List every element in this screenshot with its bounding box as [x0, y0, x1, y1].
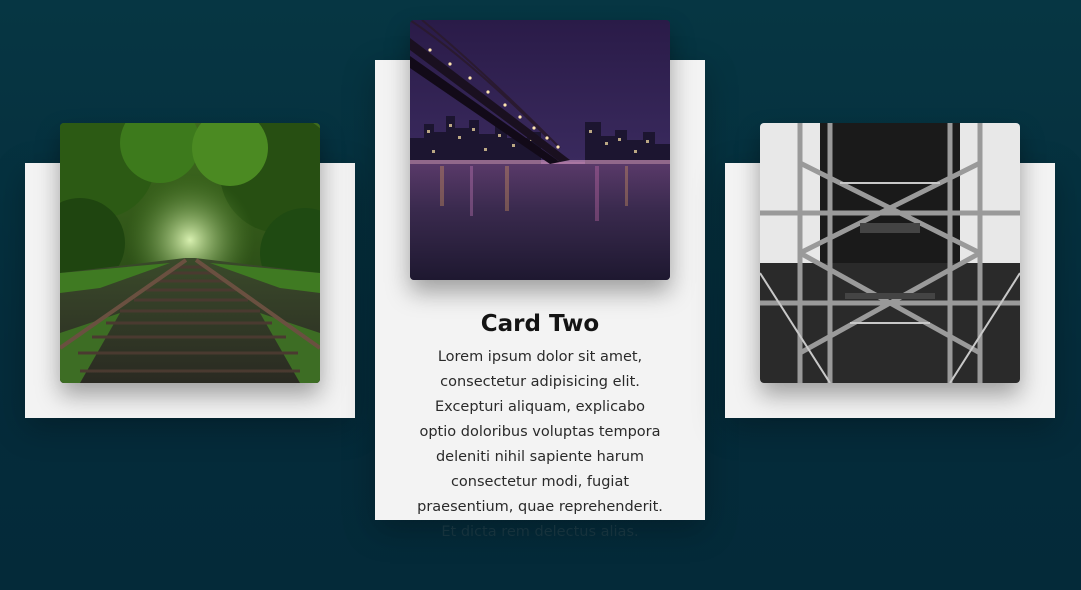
- description-line: deleniti nihil sapiente harum: [435, 449, 645, 465]
- bridge-city-photo: [410, 20, 670, 280]
- card-two-description: Lorem ipsum dolor sit amet, consectetur …: [400, 345, 680, 545]
- description-line-overflow: Et dicta rem delectus alias.: [441, 524, 639, 540]
- description-line: consectetur modi, fugiat: [450, 474, 630, 490]
- steel-tower-image: [760, 123, 1020, 383]
- steel-tower-photo: [760, 123, 1020, 383]
- railway-tracks-photo: [60, 123, 320, 383]
- bridge-city-image: [410, 20, 670, 280]
- card-two-title: Card Two: [480, 311, 600, 337]
- description-line: Excepturi aliquam, explicabo: [434, 399, 646, 415]
- description-line: consectetur adipisicing elit.: [440, 374, 640, 390]
- description-line: optio doloribus voluptas tempora: [419, 424, 661, 440]
- description-line: Lorem ipsum dolor sit amet,: [437, 349, 643, 365]
- description-line: praesentium, quae reprehenderit.: [417, 499, 663, 515]
- railway-tracks-image: [60, 123, 320, 383]
